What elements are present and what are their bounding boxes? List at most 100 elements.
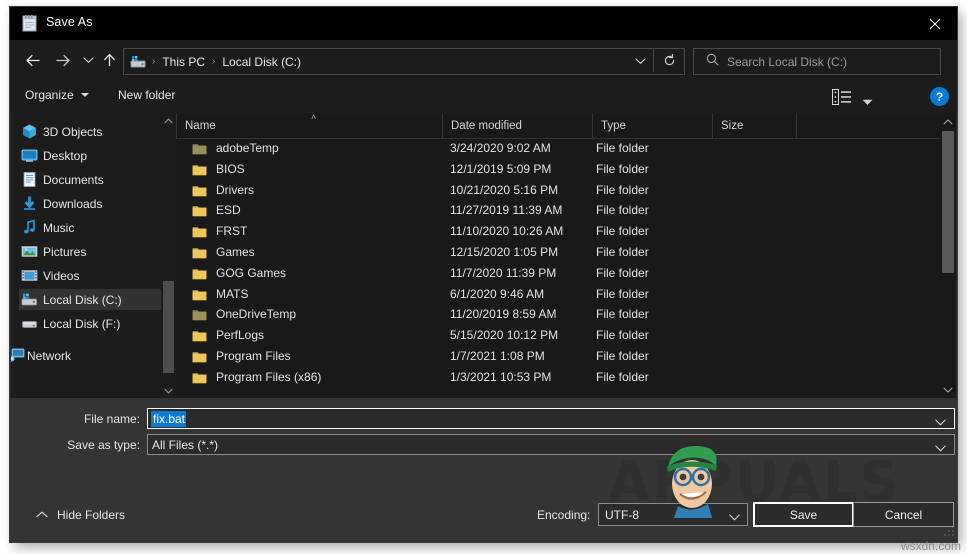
sidebar-item-label: Local Disk (F:) <box>43 316 121 331</box>
search-icon <box>706 53 719 71</box>
file-type: File folder <box>596 141 649 155</box>
breadcrumb-this-pc[interactable]: This PC <box>160 55 207 69</box>
save-button[interactable]: Save <box>753 502 854 527</box>
table-row[interactable]: PerfLogs 5/15/2020 10:12 PM File folder <box>176 325 940 346</box>
chevron-down-icon[interactable] <box>935 439 946 457</box>
new-folder-button[interactable]: New folder <box>118 88 175 102</box>
file-type: File folder <box>596 307 649 322</box>
table-row[interactable]: FRST 11/10/2020 10:26 AM File folder <box>176 221 940 242</box>
list-view-icon[interactable] <box>830 87 854 106</box>
folder-temp-icon <box>192 308 207 321</box>
file-type: File folder <box>596 244 649 259</box>
cancel-button[interactable]: Cancel <box>853 502 954 527</box>
table-row[interactable]: OneDriveTemp 11/20/2019 8:59 AM File fol… <box>176 304 940 325</box>
sidebar-item-desktop[interactable]: Desktop <box>19 145 176 166</box>
table-row[interactable]: Program Files (x86) 1/3/2021 10:53 PM Fi… <box>176 367 940 388</box>
wsxdn-watermark: wsxdn.com <box>900 539 961 553</box>
breadcrumb-local-disk-c[interactable]: Local Disk (C:) <box>220 55 303 69</box>
file-name: MATS <box>216 286 249 301</box>
breadcrumb-separator: › <box>152 56 156 67</box>
desktop-icon <box>21 147 38 164</box>
folder-temp-icon <box>192 142 207 155</box>
documents-icon <box>21 171 38 188</box>
address-bar[interactable]: › This PC › Local Disk (C:) <box>123 48 685 75</box>
file-type: File folder <box>596 328 649 343</box>
save-as-type-select[interactable]: All Files (*.*) <box>147 434 955 455</box>
file-date: 12/1/2019 5:09 PM <box>450 161 552 176</box>
sidebar-item-documents[interactable]: Documents <box>19 169 176 190</box>
sidebar-scrollbar[interactable] <box>161 113 176 398</box>
table-row[interactable]: ESD 11/27/2019 11:39 AM File folder <box>176 200 940 221</box>
chevron-up-icon[interactable] <box>161 113 176 128</box>
close-button[interactable] <box>912 7 957 40</box>
search-placeholder: Search Local Disk (C:) <box>727 54 848 69</box>
table-row[interactable]: Games 12/15/2020 1:05 PM File folder <box>176 242 940 263</box>
table-row[interactable]: Program Files 1/7/2021 1:08 PM File fold… <box>176 346 940 367</box>
chevron-down-icon[interactable] <box>935 413 946 431</box>
address-chevron-down-icon[interactable] <box>627 49 653 72</box>
screenshot-root: Save As › This PC › Local Disk (C:) Sear… <box>0 0 967 554</box>
chevron-up-icon[interactable] <box>940 113 956 130</box>
file-date: 1/7/2021 1:08 PM <box>450 348 545 363</box>
chevron-down-icon[interactable] <box>729 508 740 526</box>
folder-icon <box>192 350 207 363</box>
view-chevron-down-icon[interactable] <box>862 93 873 111</box>
chevron-down-icon[interactable] <box>161 383 176 398</box>
file-date: 3/24/2020 9:02 AM <box>450 141 551 155</box>
file-type: File folder <box>596 286 649 301</box>
encoding-label: Encoding: <box>537 508 591 522</box>
file-name: adobeTemp <box>216 141 279 155</box>
sidebar-item-downloads[interactable]: Downloads <box>19 193 176 214</box>
file-name: OneDriveTemp <box>216 307 297 322</box>
table-row[interactable]: adobeTemp 3/24/2020 9:02 AM File folder <box>176 138 940 159</box>
arrow-right-icon[interactable] <box>52 49 74 71</box>
sidebar-item-network[interactable]: Network <box>11 345 167 366</box>
file-type: File folder <box>596 265 649 280</box>
table-row[interactable]: BIOS 12/1/2019 5:09 PM File folder <box>176 159 940 180</box>
sidebar-item-videos[interactable]: Videos <box>19 265 176 286</box>
file-name-input[interactable]: fix.bat <box>147 408 955 429</box>
arrow-left-icon[interactable] <box>22 49 44 71</box>
sidebar-scrollbar-thumb[interactable] <box>163 281 174 373</box>
file-list-scrollbar-thumb[interactable] <box>942 131 954 273</box>
table-row[interactable]: Drivers 10/21/2020 5:16 PM File folder <box>176 180 940 201</box>
sidebar-item-label: Videos <box>43 268 80 283</box>
folder-icon <box>192 163 207 176</box>
file-name: Games <box>216 244 255 259</box>
sidebar-item-3d-objects[interactable]: 3D Objects <box>19 121 176 142</box>
sidebar-item-local-disk-c[interactable]: Local Disk (C:) <box>19 289 176 310</box>
file-date: 11/10/2020 10:26 AM <box>450 224 564 239</box>
folder-icon <box>192 371 207 384</box>
music-icon <box>21 219 38 236</box>
chevron-down-icon[interactable] <box>940 381 956 398</box>
column-header-date-modified[interactable]: Date modified <box>442 113 592 138</box>
recent-locations-chevron-down-icon[interactable] <box>80 49 96 71</box>
refresh-icon[interactable] <box>653 49 684 72</box>
search-input[interactable]: Search Local Disk (C:) <box>693 48 941 75</box>
help-icon[interactable]: ? <box>930 87 949 106</box>
file-list-scrollbar[interactable] <box>940 113 956 398</box>
sidebar-item-local-disk-f[interactable]: Local Disk (F:) <box>19 313 176 334</box>
sidebar-item-label: Network <box>27 348 72 363</box>
notepad-icon <box>22 15 38 32</box>
3d-objects-icon <box>21 123 38 140</box>
table-row[interactable]: MATS 6/1/2020 9:46 AM File folder <box>176 284 940 305</box>
file-type: File folder <box>596 224 649 239</box>
encoding-select[interactable]: UTF-8 <box>598 503 748 526</box>
folder-icon <box>192 246 207 259</box>
column-header-label: Type <box>601 119 626 132</box>
table-row[interactable]: GOG Games 11/7/2020 11:39 PM File folder <box>176 263 940 284</box>
sidebar-item-pictures[interactable]: Pictures <box>19 241 176 262</box>
column-header-type[interactable]: Type <box>592 113 712 138</box>
sidebar-item-label: 3D Objects <box>43 124 103 139</box>
file-type: File folder <box>596 369 649 384</box>
arrow-up-icon[interactable] <box>98 49 120 71</box>
hide-folders-button[interactable]: Hide Folders <box>36 508 125 522</box>
new-folder-label: New folder <box>118 88 176 102</box>
sidebar-item-music[interactable]: Music <box>19 217 176 238</box>
column-header-size[interactable]: Size <box>712 113 796 138</box>
organize-button[interactable]: Organize <box>25 88 89 102</box>
column-header-name[interactable]: Name ˄ <box>176 113 442 138</box>
file-name: PerfLogs <box>216 328 265 343</box>
file-list-pane: Name ˄ Date modified Type Size adobeTemp… <box>176 113 956 398</box>
